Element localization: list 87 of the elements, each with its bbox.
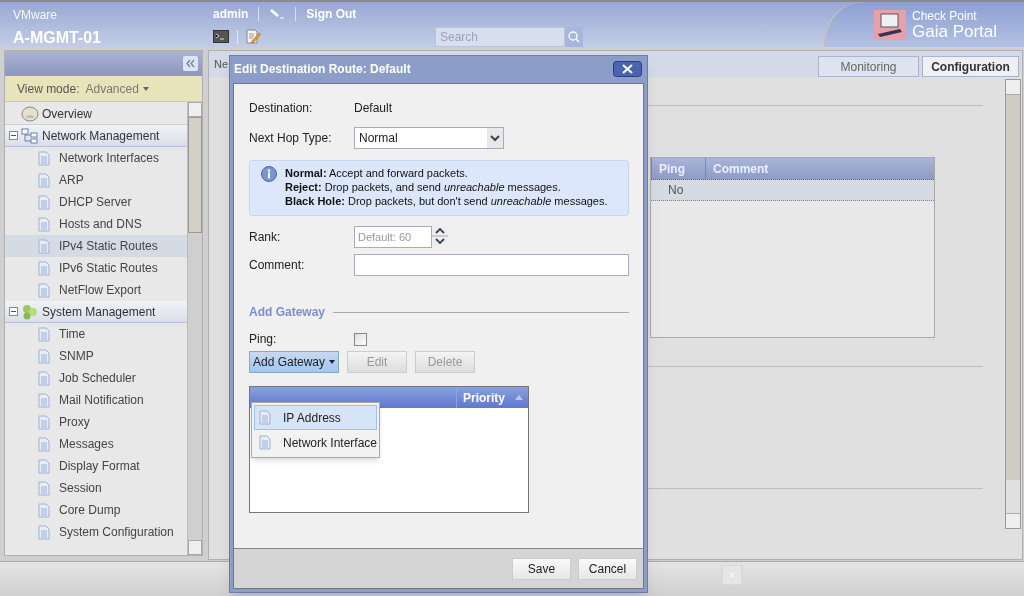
dialog-button[interactable]: Save [512, 557, 571, 580]
nav-item[interactable]: Session [5, 477, 187, 499]
document-icon [38, 238, 50, 254]
nav-item[interactable]: System Configuration [5, 521, 187, 543]
logo-text: Gaia Portal [912, 22, 998, 40]
field-label: Rank: [249, 229, 282, 246]
dialog-title: Edit Destination Route: Default [234, 61, 411, 78]
user-name: admin [213, 6, 249, 23]
document-icon [259, 435, 271, 450]
tab[interactable]: Configuration [922, 56, 1019, 77]
document-icon [38, 260, 50, 276]
field-label: Destination: [249, 100, 314, 117]
nav-item[interactable]: Time [5, 323, 187, 345]
collapse-icon[interactable] [9, 131, 18, 140]
add-gateway-button[interactable]: Add Gateway [249, 351, 339, 373]
nav-item[interactable]: NetFlow Export [5, 279, 187, 301]
nav-item[interactable]: Mail Notification [5, 389, 187, 411]
field-label: Next Hop Type: [249, 130, 333, 147]
tab[interactable]: Monitoring [818, 56, 919, 77]
nav-item[interactable]: DHCP Server [5, 191, 187, 213]
dialog-button[interactable]: Cancel [578, 557, 637, 580]
field-value: Default [354, 100, 393, 117]
field-label: Comment: [249, 257, 306, 274]
document-icon [38, 150, 50, 166]
table-row[interactable]: No [651, 180, 934, 201]
document-icon [38, 414, 50, 430]
pencil-icon[interactable] [269, 8, 286, 20]
document-icon [38, 436, 50, 452]
info-text: Reject: Drop packets, and send unreachable messages. [285, 180, 562, 194]
section-heading: Add Gateway [249, 304, 326, 321]
document-icon [38, 392, 50, 408]
breadcrumb: Ne [214, 56, 229, 72]
info-text: Black Hole: Drop packets, but don't send unreachable messages. [285, 194, 608, 208]
document-icon [259, 410, 271, 425]
next-hop-dropdown[interactable]: Normal [354, 127, 504, 149]
tree-group[interactable]: Network Management [5, 125, 187, 147]
sort-up-icon [515, 395, 523, 400]
close-icon[interactable] [613, 61, 642, 77]
info-icon [261, 166, 277, 182]
info-text: Normal: Accept and forward packets. [285, 166, 469, 180]
search-field[interactable]: Search [435, 27, 565, 47]
collapse-icon[interactable] [9, 307, 18, 316]
caret-icon [329, 360, 335, 364]
logo-text: Check Point [912, 9, 978, 22]
table-cell-text: No [667, 182, 684, 199]
comment-field[interactable] [354, 254, 629, 276]
search-icon[interactable] [565, 27, 583, 47]
nav-item[interactable]: Core Dump [5, 499, 187, 521]
terminal-icon[interactable] [213, 30, 229, 43]
document-icon [38, 370, 50, 386]
rank-field[interactable]: Default: 60 [354, 226, 432, 248]
overview-icon [21, 105, 39, 122]
nav-item[interactable]: Job Scheduler [5, 367, 187, 389]
nav-item[interactable]: SNMP [5, 345, 187, 367]
view-mode-label: View mode: [17, 80, 80, 98]
caret-icon [142, 86, 149, 91]
document-icon [38, 480, 50, 496]
nav-item[interactable]: IPv4 Static Routes [5, 235, 187, 257]
document-icon [38, 172, 50, 188]
nav-item[interactable]: Display Format [5, 455, 187, 477]
notes-icon[interactable] [246, 29, 261, 44]
document-icon [38, 282, 50, 298]
hostname: A-MGMT-01 [13, 28, 102, 48]
document-icon [38, 458, 50, 474]
document-icon [38, 348, 50, 364]
chevron-down-icon [487, 128, 503, 148]
computer-icon [874, 9, 906, 40]
tree-group[interactable]: System Management [5, 301, 187, 323]
nav-item[interactable]: Proxy [5, 411, 187, 433]
nav-item[interactable]: ARP [5, 169, 187, 191]
spheres-icon [21, 303, 39, 320]
document-icon [38, 194, 50, 210]
menu-item[interactable]: IP Address [254, 405, 377, 430]
nav-item[interactable]: IPv6 Static Routes [5, 257, 187, 279]
menu-item[interactable]: Network Interface [254, 430, 377, 455]
nav-item[interactable]: Messages [5, 433, 187, 455]
document-icon [38, 216, 50, 232]
document-icon [38, 326, 50, 342]
document-icon [38, 524, 50, 540]
network-tree-icon [21, 127, 39, 144]
document-icon [38, 502, 50, 518]
ping-checkbox[interactable] [354, 332, 367, 346]
nav-item[interactable]: Hosts and DNS [5, 213, 187, 235]
field-label: Ping: [249, 331, 278, 348]
view-mode-dropdown[interactable]: Advanced [85, 79, 149, 98]
vendor-label: VMware [13, 7, 58, 24]
nav-item[interactable]: Network Interfaces [5, 147, 187, 169]
